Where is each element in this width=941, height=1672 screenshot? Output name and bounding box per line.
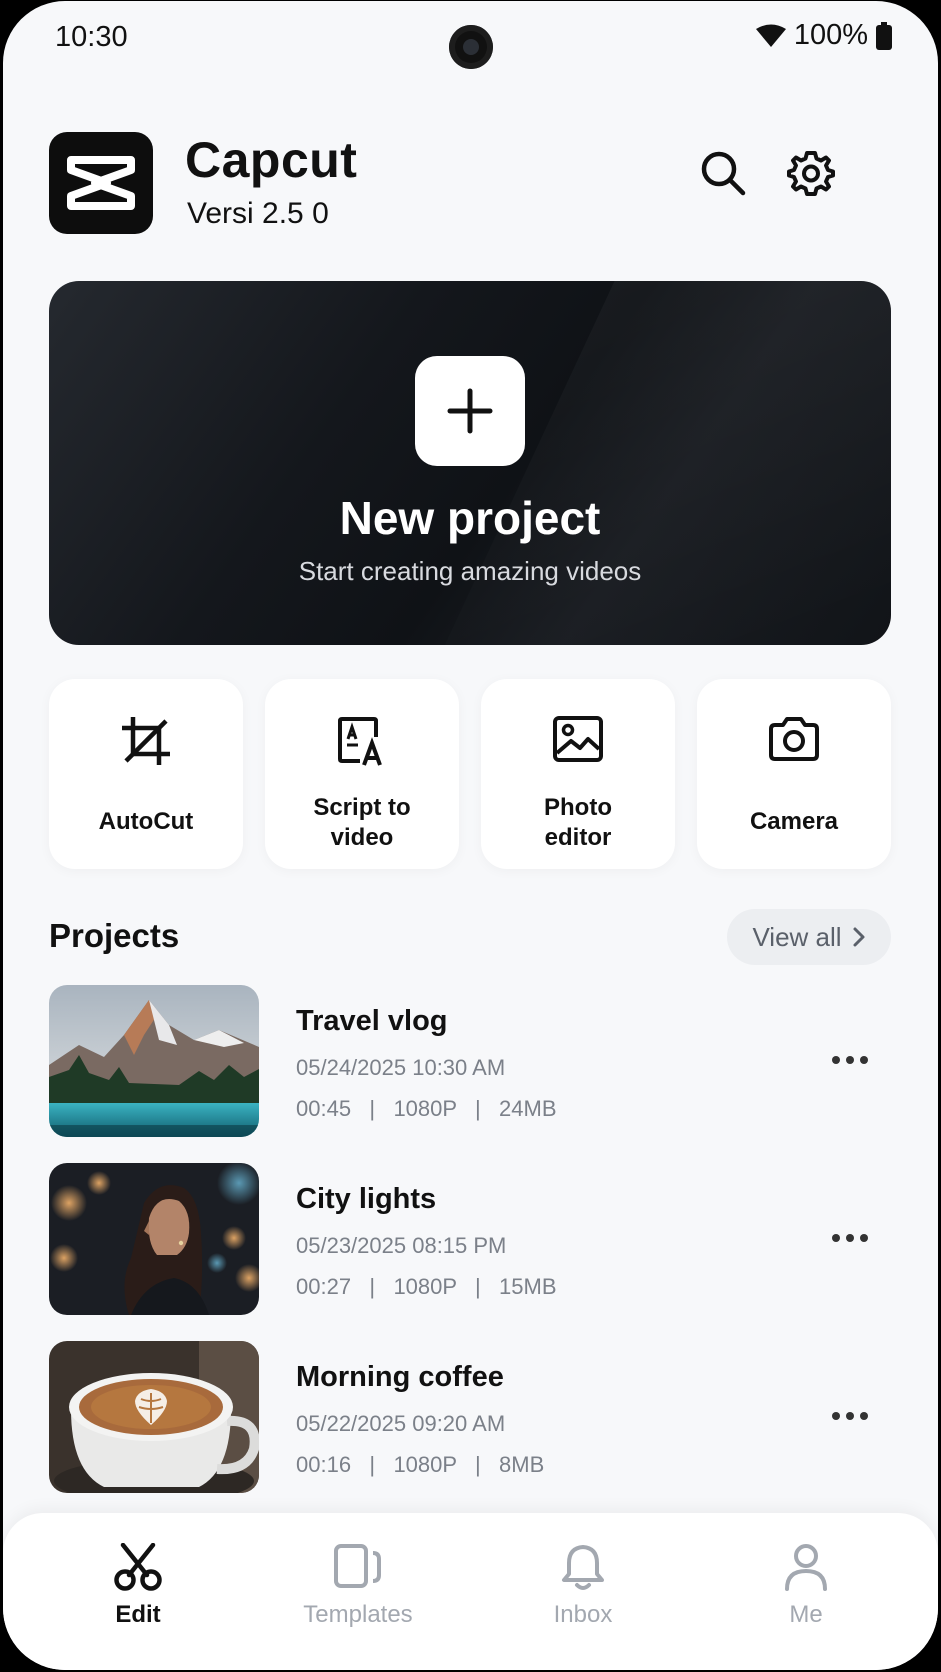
image-icon	[553, 716, 603, 762]
front-camera	[449, 25, 493, 69]
status-bar: 10:30 100%	[3, 1, 938, 87]
tool-label: AutoCut	[98, 808, 194, 835]
new-project-card[interactable]: New project Start creating amazing video…	[49, 281, 891, 645]
gear-icon	[787, 151, 835, 196]
project-row[interactable]: Morning coffee 05/22/2025 09:20 AM 00:16…	[49, 1341, 891, 1493]
more-options-button[interactable]	[825, 1045, 875, 1075]
more-options-button[interactable]	[825, 1223, 875, 1253]
more-icon	[832, 1412, 840, 1420]
project-date: 05/23/2025 08:15 PM	[296, 1233, 507, 1258]
status-indicators: 100%	[755, 19, 892, 52]
project-name: Morning coffee	[296, 1361, 504, 1393]
scissors-icon	[114, 1543, 162, 1591]
tool-photo-editor[interactable]: Photo editor	[481, 679, 675, 869]
new-project-plus-button[interactable]	[415, 356, 525, 466]
woman-city-night-thumbnail	[49, 1163, 259, 1315]
camera-icon	[769, 717, 819, 761]
tool-label: Camera	[749, 808, 839, 835]
app-version: Versi 2.5 0	[187, 197, 329, 230]
more-icon	[832, 1234, 840, 1242]
project-row[interactable]: Travel vlog 05/24/2025 10:30 AM 00:45 | …	[49, 985, 891, 1137]
tool-label: Script to video	[313, 794, 411, 851]
search-icon	[701, 151, 746, 196]
person-icon	[785, 1544, 827, 1591]
script-text-icon	[338, 717, 382, 766]
more-icon	[832, 1056, 840, 1064]
project-thumbnail	[49, 1341, 259, 1493]
nav-label: Edit	[115, 1601, 161, 1628]
tool-autocut[interactable]: AutoCut	[49, 679, 243, 869]
plus-icon	[447, 388, 493, 434]
more-options-button[interactable]	[825, 1401, 875, 1431]
project-thumbnail	[49, 985, 259, 1137]
nav-me[interactable]: Me	[726, 1543, 886, 1643]
project-meta: 00:16 | 1080P | 8MB	[296, 1452, 545, 1477]
settings-button[interactable]	[783, 145, 839, 201]
battery-percent: 100%	[793, 19, 868, 51]
project-meta: 00:27 | 1080P | 15MB	[296, 1274, 557, 1299]
project-meta: 00:45 | 1080P | 24MB	[296, 1096, 557, 1121]
new-project-title: New project	[339, 492, 601, 544]
chevron-right-icon	[853, 927, 865, 947]
new-project-subtitle: Start creating amazing videos	[298, 556, 642, 586]
nav-templates[interactable]: Templates	[278, 1543, 438, 1643]
app-name: Capcut	[185, 132, 358, 188]
crop-icon	[122, 717, 170, 765]
device-frame: 10:30 100% Capcut Versi 2.5 0 New projec…	[0, 0, 941, 1672]
bottom-navigation: Edit Templates Inbox Me	[3, 1513, 938, 1670]
templates-icon	[334, 1544, 381, 1588]
capcut-logo-icon	[67, 156, 135, 210]
nav-label: Templates	[303, 1601, 413, 1628]
nav-label: Inbox	[553, 1601, 613, 1628]
project-date: 05/24/2025 10:30 AM	[296, 1055, 506, 1080]
nav-edit[interactable]: Edit	[58, 1543, 218, 1643]
mountain-lake-thumbnail	[49, 985, 259, 1137]
battery-icon	[876, 21, 892, 50]
project-row[interactable]: City lights 05/23/2025 08:15 PM 00:27 | …	[49, 1163, 891, 1315]
bell-icon	[562, 1545, 604, 1590]
view-all-button[interactable]: View all	[727, 909, 891, 965]
nav-label: Me	[789, 1601, 823, 1628]
project-name: City lights	[296, 1183, 437, 1215]
view-all-label: View all	[752, 921, 842, 952]
latte-cup-thumbnail	[49, 1341, 259, 1493]
tool-script-to-video[interactable]: Script to video	[265, 679, 459, 869]
project-thumbnail	[49, 1163, 259, 1315]
nav-inbox[interactable]: Inbox	[503, 1543, 663, 1643]
status-time: 10:30	[55, 21, 128, 53]
project-name: Travel vlog	[296, 1005, 448, 1037]
tool-label: Photo editor	[544, 794, 612, 851]
app-logo	[49, 132, 153, 234]
wifi-icon	[755, 24, 786, 47]
app-screen: 10:30 100% Capcut Versi 2.5 0 New projec…	[3, 1, 938, 1670]
project-date: 05/22/2025 09:20 AM	[296, 1411, 506, 1436]
tool-camera[interactable]: Camera	[697, 679, 891, 869]
projects-heading: Projects	[49, 917, 180, 954]
search-button[interactable]	[695, 145, 751, 201]
